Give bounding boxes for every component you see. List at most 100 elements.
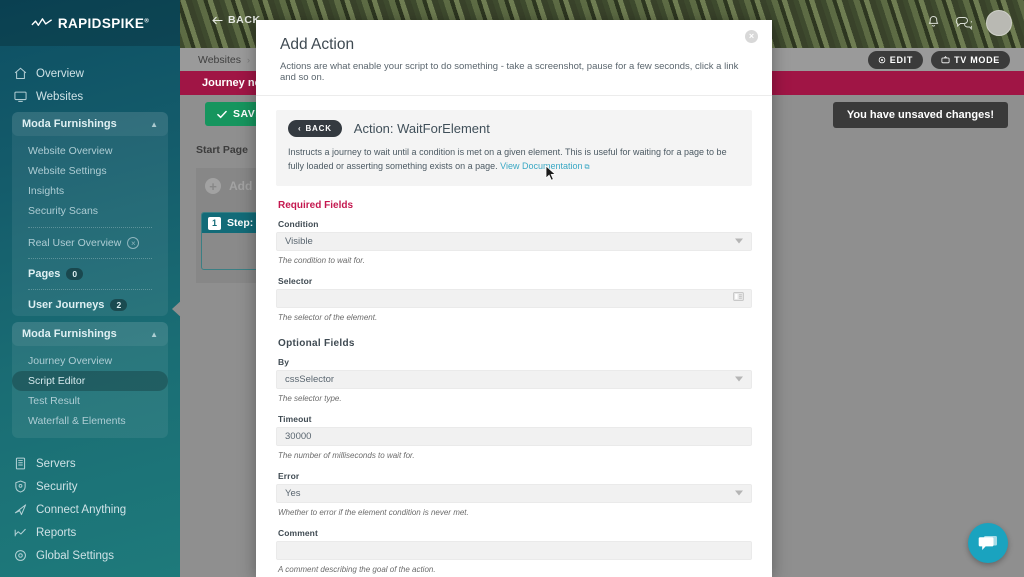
sidebar-item-global-settings[interactable]: Global Settings xyxy=(0,544,180,567)
sidebar-group-website-header[interactable]: Moda Furnishings ▲ xyxy=(12,112,168,136)
chevron-down-icon xyxy=(735,238,743,244)
sidebar-item-pages[interactable]: Pages 0 xyxy=(12,265,168,283)
app-logo-text: RAPIDSPIKE® xyxy=(57,15,150,31)
field-hint: The selector type. xyxy=(278,393,342,403)
sidebar-item-label: Connect Anything xyxy=(36,503,127,516)
sidebar-item-websites[interactable]: Websites xyxy=(0,85,180,108)
hero-icon-group xyxy=(926,10,1012,36)
action-name: Action: WaitForElement xyxy=(353,121,490,136)
chart-icon xyxy=(14,528,26,537)
gear-icon xyxy=(878,56,886,64)
sidebar-item-user-journeys[interactable]: User Journeys 2 xyxy=(12,296,168,314)
monitor-icon xyxy=(14,91,27,102)
sidebar-item-overview[interactable]: Overview xyxy=(0,62,180,85)
by-select[interactable]: cssSelector xyxy=(276,369,752,389)
sidebar-item-website-overview[interactable]: Website Overview xyxy=(12,141,168,161)
sidebar-nav: Overview Websites Moda Furnishings ▲ Web… xyxy=(0,46,180,567)
optional-fields-heading: Optional Fields xyxy=(278,337,355,349)
field-condition: Condition Visible The condition to wait … xyxy=(276,219,752,267)
sidebar-item-label: Security xyxy=(36,480,78,493)
modal-body: ‹ BACK Action: WaitForElement Instructs … xyxy=(256,96,772,577)
close-icon[interactable]: × xyxy=(127,237,140,249)
sidebar-item-security[interactable]: Security xyxy=(0,475,180,498)
element-picker-icon[interactable] xyxy=(733,292,744,304)
chat-bubbles-icon xyxy=(978,535,997,550)
sidebar-item-waterfall-elements[interactable]: Waterfall & Elements xyxy=(12,411,168,431)
sidebar-item-label: Servers xyxy=(36,457,76,470)
action-description: Instructs a journey to wait until a cond… xyxy=(288,146,740,174)
field-label: By xyxy=(278,356,290,367)
field-selector: Selector The selector of the element. xyxy=(276,276,752,324)
plug-icon xyxy=(14,504,27,516)
sidebar-item-label: Global Settings xyxy=(36,549,114,562)
sidebar-item-real-user-overview[interactable]: Real User Overview × xyxy=(12,234,168,252)
field-label: Selector xyxy=(278,275,313,286)
modal-title: Add Action xyxy=(280,36,355,53)
chevron-left-icon: ‹ xyxy=(298,124,302,133)
sidebar-item-test-result[interactable]: Test Result xyxy=(12,391,168,411)
field-error: Error Yes Whether to error if the elemen… xyxy=(276,471,752,519)
action-header: ‹ BACK Action: WaitForElement xyxy=(288,120,740,137)
divider xyxy=(28,258,152,259)
sidebar-item-label: Overview xyxy=(36,67,84,80)
field-hint: The number of milliseconds to wait for. xyxy=(278,450,415,460)
close-icon[interactable]: × xyxy=(745,30,758,43)
unsaved-changes-toast: You have unsaved changes! xyxy=(832,102,1008,128)
bell-icon[interactable] xyxy=(926,15,941,31)
chevron-down-icon xyxy=(735,490,743,496)
arrow-left-icon xyxy=(212,16,223,24)
journeys-count-badge: 2 xyxy=(110,299,128,311)
chevron-up-icon: ▲ xyxy=(150,119,158,129)
sidebar-item-connect-anything[interactable]: Connect Anything xyxy=(0,498,180,521)
chat-icon[interactable] xyxy=(955,15,972,31)
error-select[interactable]: Yes xyxy=(276,483,752,503)
divider xyxy=(28,289,152,290)
by-value: cssSelector xyxy=(285,373,335,385)
breadcrumb-separator: › xyxy=(247,54,250,65)
timeout-input[interactable]: 30000 xyxy=(276,426,752,446)
modal-back-button[interactable]: ‹ BACK xyxy=(288,120,342,137)
step-number: 1 xyxy=(208,216,221,230)
sidebar-item-journey-overview[interactable]: Journey Overview xyxy=(12,351,168,371)
condition-select[interactable]: Visible xyxy=(276,231,752,251)
sidebar-item-reports[interactable]: Reports xyxy=(0,521,180,544)
breadcrumb: Websites › M xyxy=(180,54,265,66)
condition-value: Visible xyxy=(285,235,313,247)
comment-input[interactable] xyxy=(276,540,752,560)
field-hint: The selector of the element. xyxy=(278,312,378,322)
sidebar-item-script-editor[interactable]: Script Editor xyxy=(12,371,168,391)
sidebar-item-servers[interactable]: Servers xyxy=(0,452,180,475)
field-label: Condition xyxy=(278,218,319,229)
sidebar-item-insights[interactable]: Insights xyxy=(12,181,168,201)
modal-header: Add Action Actions are what enable your … xyxy=(256,20,772,96)
chevron-up-icon: ▲ xyxy=(150,329,158,339)
tv-icon xyxy=(941,56,950,64)
sidebar-item-security-scans[interactable]: Security Scans xyxy=(12,201,168,221)
sidebar-group-journey-header[interactable]: Moda Furnishings ▲ xyxy=(12,322,168,346)
sidebar-item-label: Pages xyxy=(28,268,61,280)
breadcrumb-item-0[interactable]: Websites xyxy=(198,54,241,66)
modal-subtitle: Actions are what enable your script to d… xyxy=(280,61,739,83)
sidebar-bottom-nav: Servers Security Connect Anything Report… xyxy=(0,452,180,567)
back-link[interactable]: BACK xyxy=(212,14,261,26)
field-label: Timeout xyxy=(278,413,312,424)
chat-widget-button[interactable] xyxy=(968,523,1008,563)
subbar-actions: EDIT TV MODE xyxy=(867,51,1010,69)
app-root: BACK Websites › M EDIT xyxy=(0,0,1024,577)
mouse-cursor xyxy=(545,165,557,181)
modal-back-label: BACK xyxy=(305,124,332,133)
start-page-label: Start Page xyxy=(196,144,248,156)
selector-input[interactable] xyxy=(276,288,752,308)
sidebar-item-label: Real User Overview xyxy=(28,237,122,249)
chevron-down-icon xyxy=(735,376,743,382)
sidebar-group-website: Moda Furnishings ▲ Website Overview Webs… xyxy=(12,112,168,316)
add-step-button[interactable]: + Add S xyxy=(205,178,264,194)
sidebar-item-website-settings[interactable]: Website Settings xyxy=(12,161,168,181)
alert-text: Journey not xyxy=(202,77,265,89)
tv-mode-button[interactable]: TV MODE xyxy=(931,51,1010,69)
app-logo[interactable]: RAPIDSPIKE® xyxy=(0,0,180,46)
sidebar-item-label: Websites xyxy=(36,90,84,103)
edit-button[interactable]: EDIT xyxy=(867,51,924,69)
avatar[interactable] xyxy=(986,10,1012,36)
sidebar-item-label: Reports xyxy=(36,526,77,539)
